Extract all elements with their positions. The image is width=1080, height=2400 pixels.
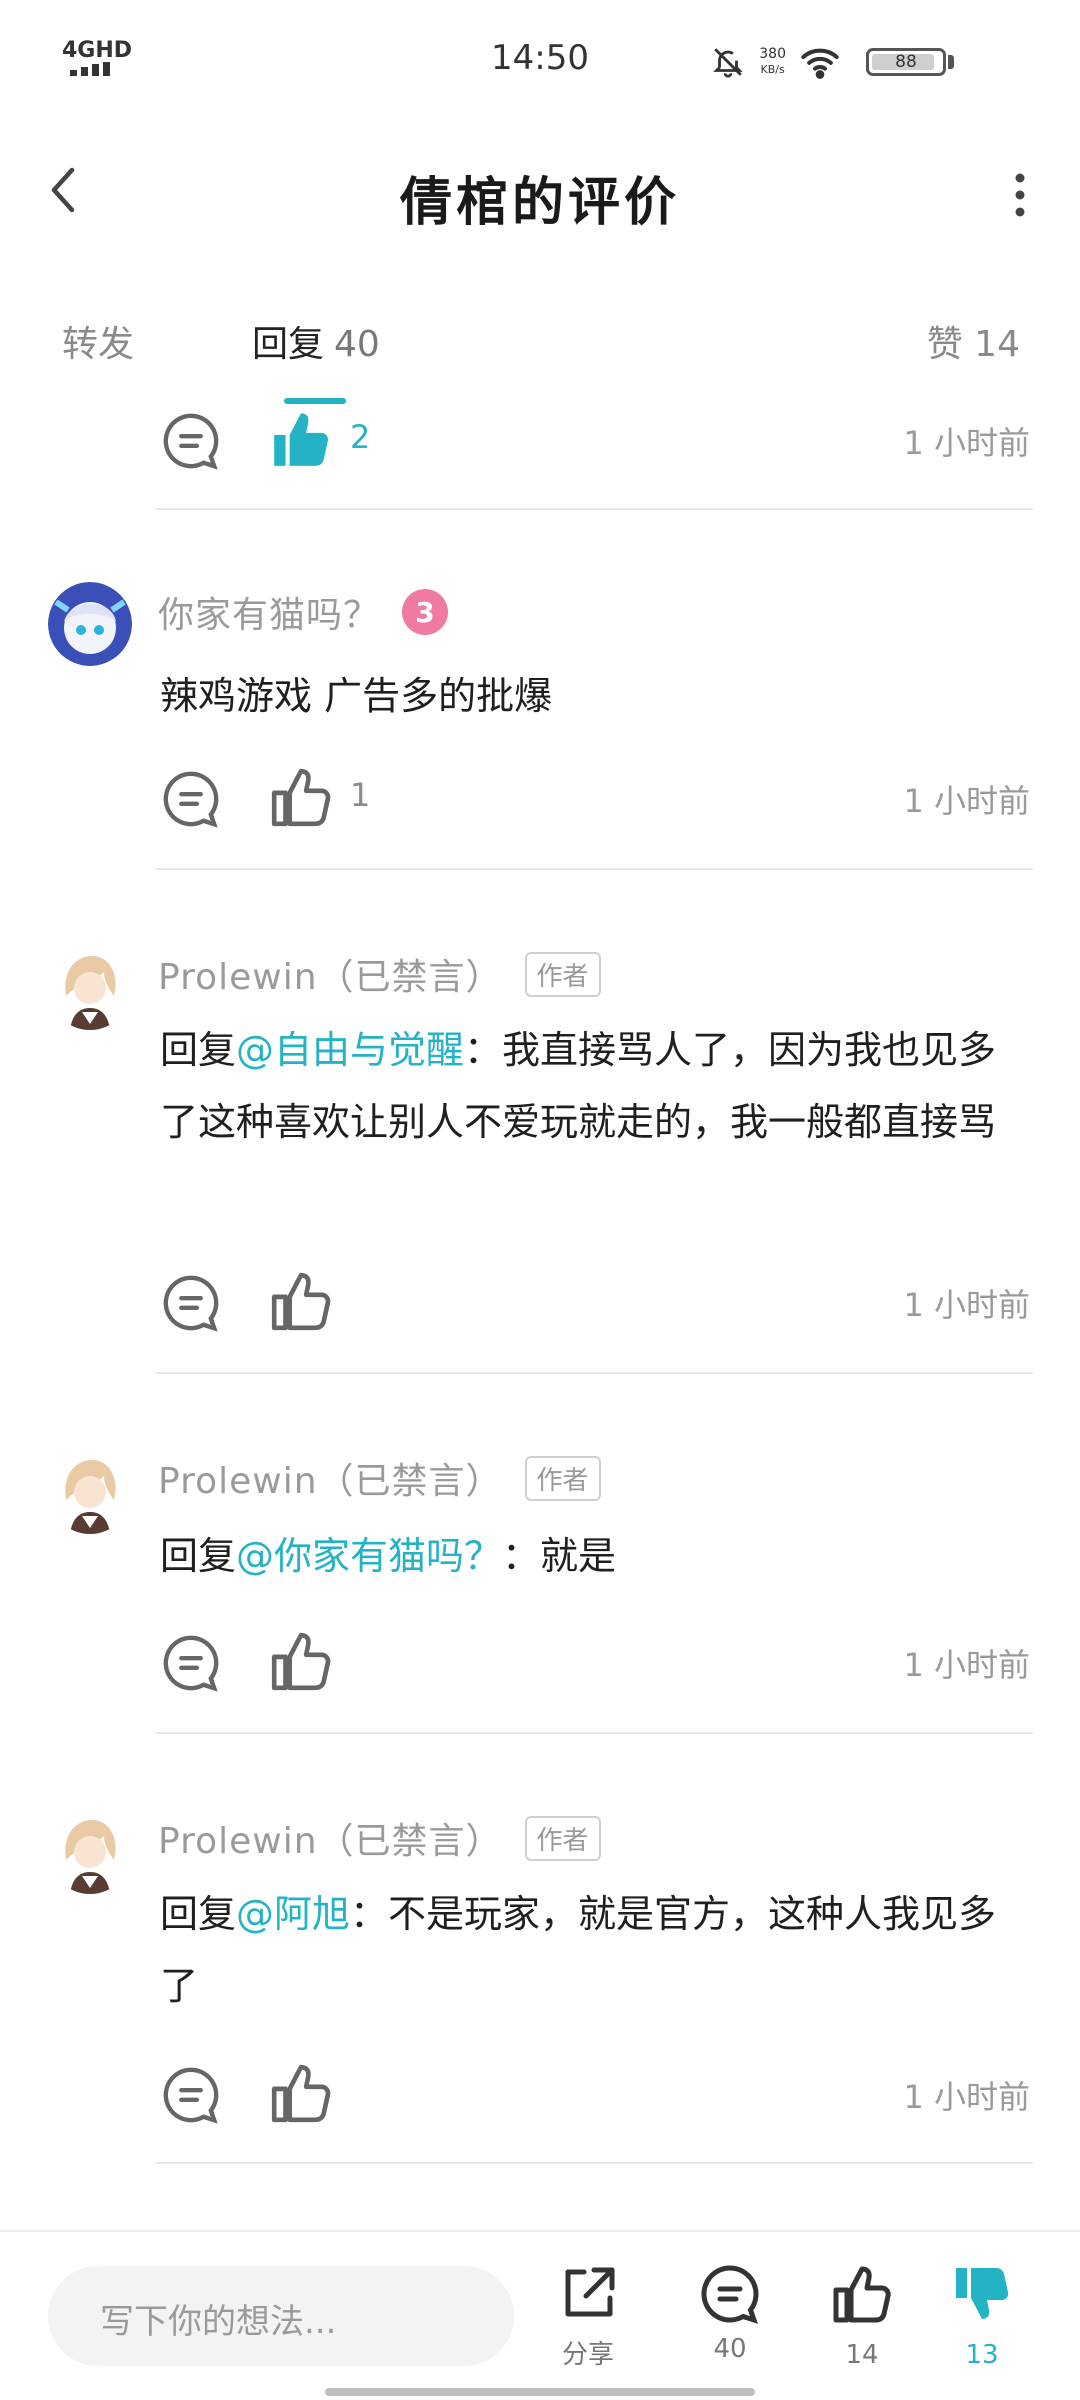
comment-item: Prolewin（已禁言） 作者 回复@你家有猫吗？：就是 1 小时前 (0, 1374, 1080, 1734)
reply-body: ：就是 (502, 1534, 617, 1578)
comment-button[interactable]: 40 (680, 2262, 780, 2364)
thumbs-up-filled-icon[interactable] (268, 406, 334, 472)
avatar[interactable] (48, 946, 132, 1030)
more-options-icon[interactable] (990, 160, 1050, 230)
wifi-icon (801, 48, 839, 79)
input-placeholder: 写下你的想法... (100, 2302, 337, 2342)
bottom-bar: 写下你的想法... 分享 40 14 13 (0, 2230, 1080, 2400)
thumbs-up-icon[interactable] (268, 2060, 334, 2126)
thumbs-up-icon[interactable] (268, 1268, 334, 1334)
comment-count: 40 (713, 2334, 747, 2364)
comment-icon[interactable] (160, 768, 222, 830)
comment-text: 回复@你家有猫吗？：就是 (160, 1520, 1030, 1592)
comment-actions: 2 1 小时前 (0, 380, 1080, 510)
timestamp: 1 小时前 (903, 1646, 1030, 1684)
comment-item: 你家有猫吗？ 3 辣鸡游戏 广告多的批爆 1 1 小时前 (0, 510, 1080, 870)
speed-value: 380 (759, 46, 786, 62)
comment-text: 回复@自由与觉醒：我直接骂人了，因为我也见多了这种喜欢让别人不爱玩就走的，我一般… (160, 1014, 1030, 1158)
reply-prefix: 回复 (160, 1028, 237, 1072)
dislike-count: 13 (965, 2340, 999, 2370)
comment-icon[interactable] (160, 1632, 222, 1694)
mention-link[interactable]: @自由与觉醒 (236, 1028, 464, 1072)
thumbs-up-icon[interactable] (268, 1628, 334, 1694)
avatar[interactable] (48, 1450, 132, 1534)
reply-prefix: 回复 (160, 1534, 237, 1578)
like-count: 14 (845, 2340, 879, 2370)
user-name[interactable]: Prolewin（已禁言） (158, 948, 503, 1000)
speed-unit: KB/s (760, 63, 785, 76)
like-count: 2 (350, 418, 371, 456)
timestamp: 1 小时前 (903, 424, 1030, 462)
mention-link[interactable]: @你家有猫吗？ (236, 1534, 502, 1578)
avatar[interactable] (48, 582, 132, 666)
timestamp: 1 小时前 (903, 1286, 1030, 1324)
battery-icon: 88 (866, 48, 946, 76)
avatar[interactable] (48, 1810, 132, 1894)
tab-reply-count: 40 (334, 324, 380, 365)
battery-level: 88 (895, 52, 917, 72)
comment-input[interactable]: 写下你的想法... (48, 2266, 514, 2366)
level-badge: 3 (402, 589, 449, 635)
tab-bar: 转发 回复 40 赞 14 (0, 305, 1080, 375)
share-icon (565, 2267, 615, 2317)
user-name[interactable]: Prolewin（已禁言） (158, 1452, 503, 1504)
comment-item: Prolewin（已禁言） 作者 回复@阿旭：不是玩家，就是官方，这种人我见多了… (0, 1734, 1080, 2164)
share-label: 分享 (561, 2340, 614, 2370)
comment-icon[interactable] (160, 2064, 222, 2126)
comment-icon[interactable] (160, 410, 222, 472)
mention-link[interactable]: @阿旭 (236, 1892, 350, 1936)
comment-feed: 2 1 小时前 你家有猫吗？ 3 辣鸡游戏 广告多的批爆 1 1 小时前 Pro… (0, 380, 1080, 2164)
comment-icon (701, 2265, 759, 2324)
home-indicator[interactable] (325, 2388, 755, 2396)
author-tag: 作者 (524, 1815, 601, 1861)
comment-icon[interactable] (160, 1272, 222, 1334)
dislike-button[interactable]: 13 (932, 2262, 1032, 2370)
author-tag: 作者 (524, 951, 601, 997)
comment-item: Prolewin（已禁言） 作者 回复@自由与觉醒：我直接骂人了，因为我也见多了… (0, 870, 1080, 1374)
thumbs-down-filled-icon (956, 2268, 1009, 2319)
tab-repost[interactable]: 转发 (62, 315, 134, 367)
tab-likes[interactable]: 赞 14 (927, 315, 1020, 367)
like-count: 1 (350, 776, 371, 814)
like-button[interactable]: 14 (812, 2262, 912, 2370)
thumbs-up-icon (833, 2266, 891, 2323)
user-name[interactable]: 你家有猫吗？ (158, 586, 380, 638)
reply-prefix: 回复 (160, 1892, 237, 1936)
page-title: 倩棺的评价 (399, 173, 680, 233)
timestamp: 1 小时前 (903, 782, 1030, 820)
timestamp: 1 小时前 (903, 2078, 1030, 2116)
author-tag: 作者 (524, 1455, 601, 1501)
user-name[interactable]: Prolewin（已禁言） (158, 1812, 503, 1864)
network-speed: 380 KB/s (759, 46, 786, 78)
header: 倩棺的评价 (0, 120, 1080, 260)
comment-text: 辣鸡游戏 广告多的批爆 (160, 674, 553, 718)
tab-reply-label: 回复 (252, 324, 325, 365)
tab-reply[interactable]: 回复 40 (252, 315, 380, 367)
bell-off-icon (713, 48, 744, 78)
comment-text: 回复@阿旭：不是玩家，就是官方，这种人我见多了 (160, 1878, 1030, 2022)
status-bar: 4GHD 14:50 380 KB/s 88 (0, 0, 1080, 110)
share-button[interactable]: 分享 (538, 2262, 638, 2371)
thumbs-up-icon[interactable] (268, 764, 334, 830)
